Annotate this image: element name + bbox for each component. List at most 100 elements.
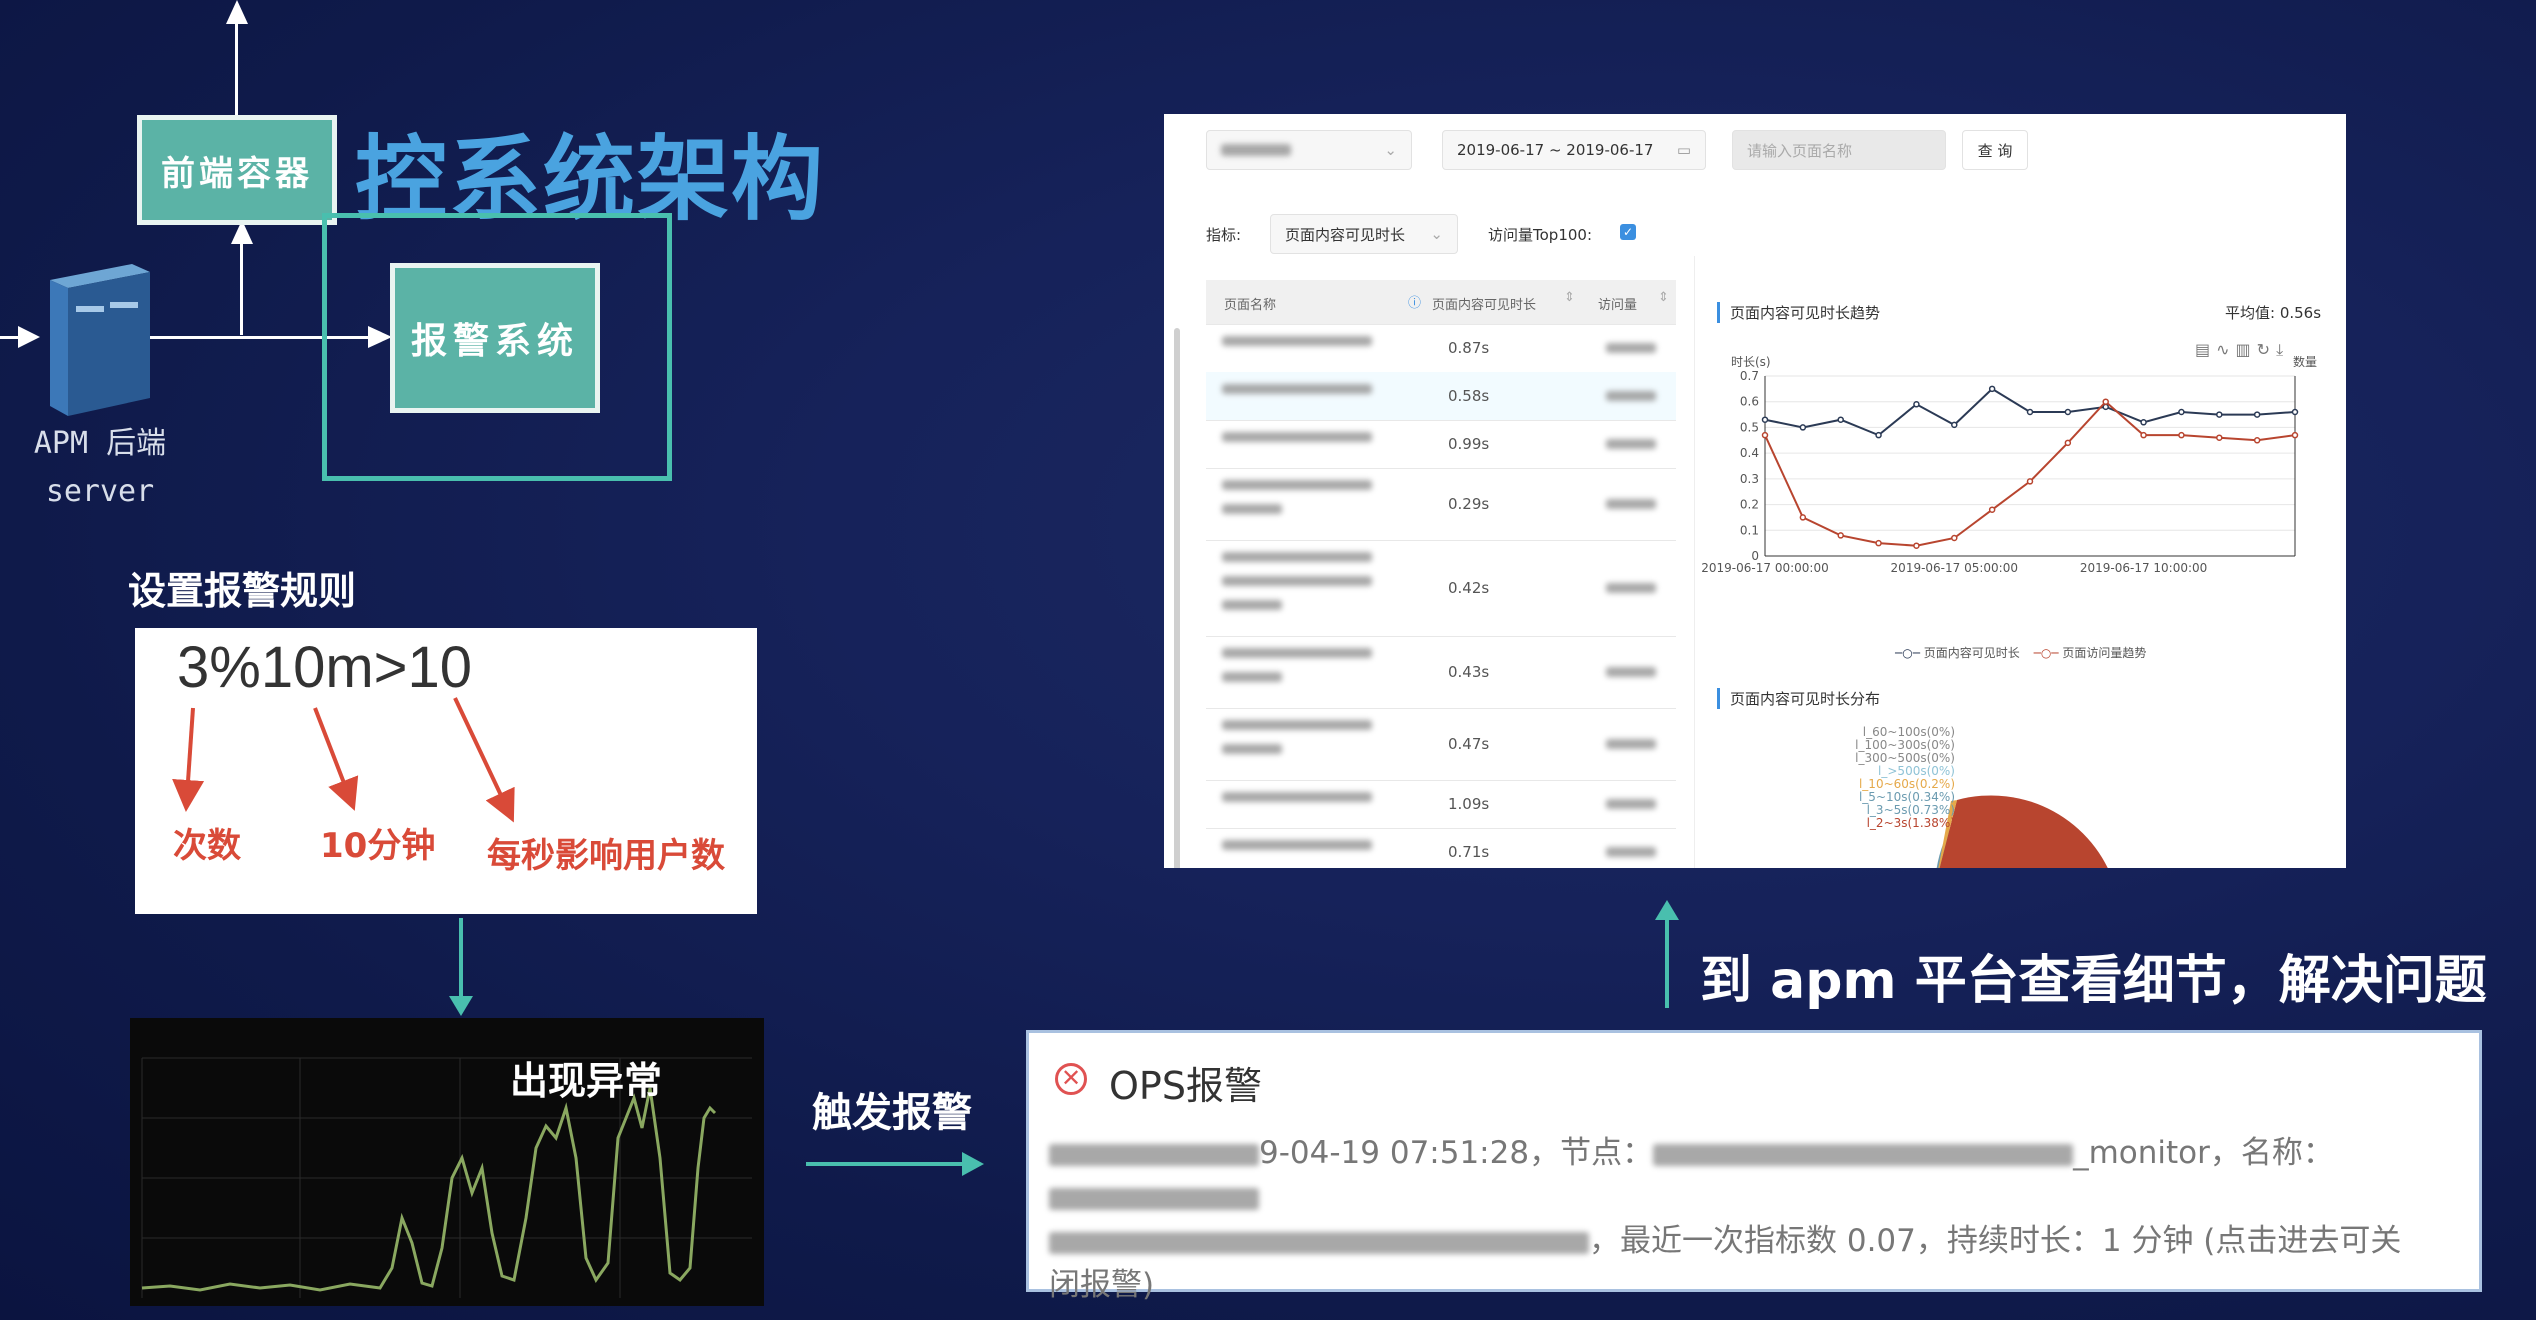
x-tick-label: 2019-06-17 10:00:00: [2080, 561, 2207, 575]
rules-heading: 设置报警规则: [128, 569, 357, 613]
redacted-text: [1653, 1143, 2074, 1166]
data-point: [1875, 539, 1882, 547]
y-tick-label: 0.1: [1740, 523, 1759, 537]
y-tick-label: 0.2: [1740, 498, 1759, 512]
trend-panel: 页面内容可见时长趋势 平均值: 0.56s ▤∿▥↻⤓ 时长(s) 数量 0 0.1 0…: [1694, 256, 2346, 868]
data-point: [2253, 411, 2261, 418]
col-visits[interactable]: 访问量: [1598, 294, 1637, 313]
query-button[interactable]: 查 询: [1962, 130, 2028, 170]
redacted-text: [1606, 847, 1656, 857]
table-row[interactable]: 0.42s: [1206, 540, 1676, 637]
sort-icon[interactable]: ⇕: [1564, 290, 1575, 305]
data-point: [2140, 419, 2147, 426]
redacted-text: [1606, 739, 1656, 749]
data-point: [2102, 403, 2109, 411]
data-point: [1988, 385, 1996, 393]
metric-value: 0.42s: [1448, 579, 1490, 597]
ops-alert-line1: 9-04-19 07:51:28，节点： _monitor，名称：: [1049, 1131, 2469, 1219]
table-row[interactable]: 0.71s: [1206, 828, 1676, 868]
rule-arrow-users: [453, 697, 515, 823]
redacted-text: [1606, 667, 1656, 677]
redacted-text: [1222, 600, 1282, 610]
data-point: [2291, 408, 2299, 416]
redacted-text: [1222, 792, 1372, 802]
top100-label: 访问量Top100:: [1488, 226, 1592, 244]
error-circle-icon: ✕: [1055, 1063, 1087, 1095]
page-name-input[interactable]: 请输入页面名称: [1732, 130, 1946, 170]
data-point: [2102, 398, 2109, 405]
server-label-line1: APM 后端: [33, 426, 167, 461]
data-point: [1988, 506, 1996, 513]
date-range-picker[interactable]: 2019-06-17 ~ 2019-06-17 ▭: [1442, 130, 1706, 170]
metric-value: 0.71s: [1448, 843, 1490, 861]
data-point: [2140, 431, 2147, 439]
y-tick-label: 0.6: [1740, 395, 1759, 409]
table-row[interactable]: 0.58s: [1206, 372, 1676, 421]
rule-label-count: 次数: [173, 826, 241, 866]
redacted-text: [1222, 672, 1282, 682]
x-tick-label: 2019-06-17 00:00:00: [1701, 561, 1828, 575]
table-row[interactable]: 0.43s: [1206, 636, 1676, 709]
redacted-text: [1222, 432, 1372, 442]
ops-alert-metric-text: ，最近一次指标数 0.07，持续时长：1 分钟 (点击进去可关: [1589, 1223, 2402, 1259]
data-point: [2064, 408, 2072, 416]
anomaly-chart: 出现异常: [130, 1018, 764, 1306]
metric-value: 0.87s: [1448, 339, 1490, 357]
data-point: [1951, 534, 1958, 542]
data-point: [1837, 532, 1844, 539]
legend-visible-label[interactable]: 页面内容可见时长: [1924, 646, 2020, 660]
ops-alert-line2: ，最近一次指标数 0.07，持续时长：1 分钟 (点击进去可关: [1049, 1219, 2469, 1263]
table-scrollbar[interactable]: [1174, 328, 1180, 868]
metric-select[interactable]: 页面内容可见时长 ⌄: [1270, 214, 1458, 254]
redacted-text: [1049, 1143, 1259, 1166]
legend-visible-icon[interactable]: ─○─: [1895, 646, 1920, 660]
trend-chart: 时长(s) 数量00.10.20.30.40.50.60.72019-06-17 …: [1701, 356, 2317, 575]
anomaly-plot: [141, 1057, 752, 1298]
redacted-text: [1049, 1231, 1589, 1254]
legend-visits-label[interactable]: 页面访问量趋势: [2062, 646, 2146, 660]
table-row[interactable]: 0.99s: [1206, 420, 1676, 469]
x-tick-label: 2019-06-17 05:00:00: [1891, 561, 2018, 575]
redacted-text: [1222, 720, 1372, 730]
detail-label: 到 apm 平台查看细节，解决问题: [1700, 951, 2487, 1011]
sort-icon[interactable]: ⇕: [1658, 290, 1669, 305]
data-point: [1799, 424, 1807, 431]
help-icon: ⓘ: [1408, 296, 1422, 311]
y-tick-label: 0.5: [1740, 420, 1759, 434]
arrowhead-icon: [226, 0, 248, 24]
data-point: [2216, 411, 2223, 418]
col-metric[interactable]: 页面内容可见时长: [1432, 294, 1536, 313]
table-row[interactable]: 0.29s: [1206, 468, 1676, 541]
data-point: [2178, 408, 2185, 416]
table-row[interactable]: 0.47s: [1206, 708, 1676, 781]
redacted-text: [1222, 384, 1372, 394]
app-select[interactable]: ⌄: [1206, 130, 1412, 170]
connector-line: [0, 336, 20, 339]
connector-line: [459, 918, 463, 998]
data-point: [2253, 437, 2261, 444]
arrowhead-icon: [449, 996, 473, 1016]
redacted-text: [1606, 391, 1656, 401]
ops-alert-time: 9-04-19 07:51:28，节点：: [1259, 1135, 1654, 1171]
ops-alert-card[interactable]: ✕ OPS报警 9-04-19 07:51:28，节点： _monitor，名称：…: [1026, 1030, 2482, 1303]
table-row[interactable]: 0.87s: [1206, 324, 1676, 373]
table-row[interactable]: 1.09s: [1206, 780, 1676, 829]
y-tick-label: 0.4: [1740, 446, 1759, 460]
connector-line: [240, 240, 243, 335]
y2-axis-title: 数量: [2293, 356, 2317, 369]
legend-visits-icon[interactable]: ─○─: [2034, 646, 2059, 660]
rule-label-window: 10分钟: [320, 826, 436, 866]
data-point: [2026, 478, 2034, 485]
connector-line: [235, 20, 238, 115]
rule-card: 3%10m>10 次数 10分钟 每秒影响用户数: [135, 628, 757, 914]
server-label: APM 后端 server: [15, 420, 185, 516]
redacted-text: [1606, 343, 1656, 353]
server-label-line2: server: [45, 474, 155, 509]
metric-select-value: 页面内容可见时长: [1285, 225, 1406, 244]
redacted-text: [1222, 336, 1372, 346]
ops-alert-title: OPS报警: [1109, 1064, 1262, 1108]
data-point: [2178, 431, 2185, 439]
redacted-text: [1049, 1187, 1259, 1210]
top100-checkbox[interactable]: ✓: [1620, 224, 1636, 240]
chart-legend: ─○─ 页面内容可见时长 ─○─ 页面访问量趋势: [1895, 644, 2146, 661]
